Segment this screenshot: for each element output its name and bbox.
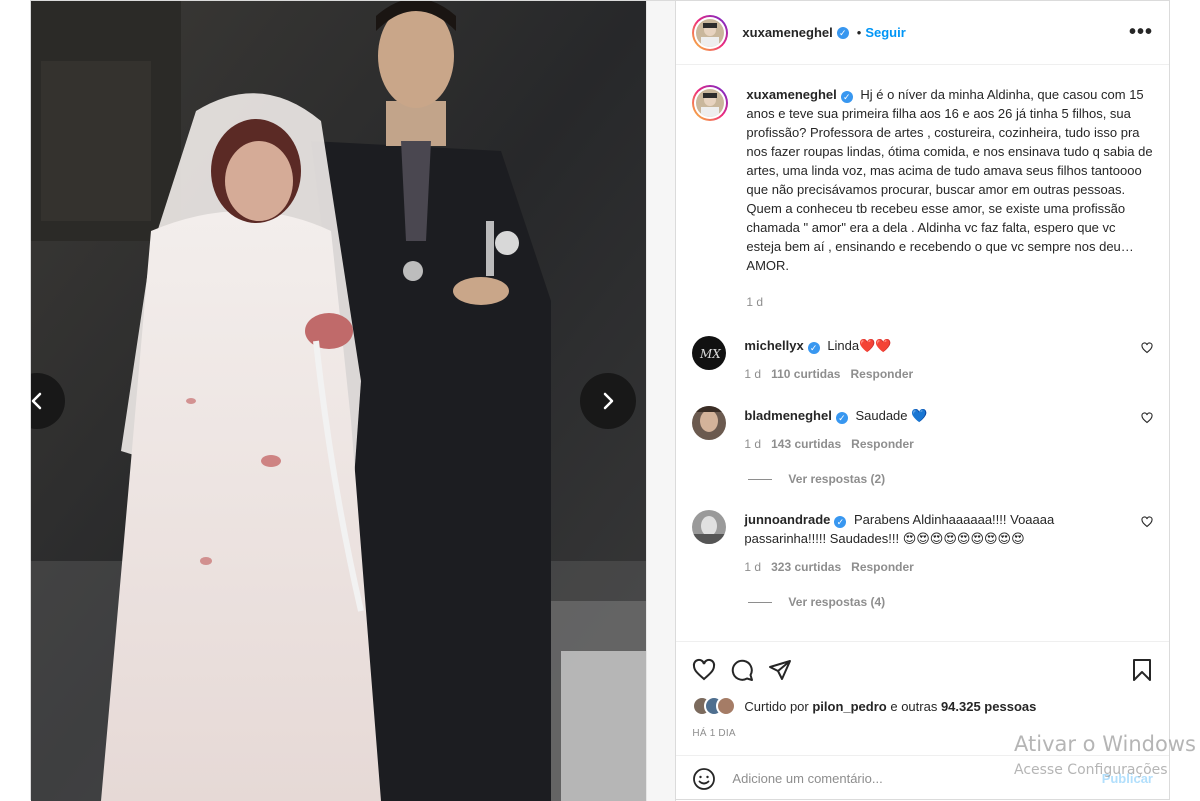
send-icon[interactable] bbox=[768, 658, 792, 682]
view-replies-button[interactable]: Ver respostas (4) bbox=[748, 595, 1153, 609]
comment-username[interactable]: michellyx bbox=[744, 338, 803, 353]
chevron-right-icon bbox=[604, 392, 614, 410]
heart-icon[interactable] bbox=[692, 658, 716, 682]
caption-username[interactable]: xuxameneghel bbox=[746, 87, 836, 102]
comment-likes[interactable]: 110 curtidas bbox=[771, 365, 840, 384]
heart-icon[interactable] bbox=[1141, 342, 1153, 354]
caption-text: Hj é o níver da minha Aldinha, que casou… bbox=[746, 87, 1153, 273]
comment-age: 1 d bbox=[744, 560, 762, 574]
avatar[interactable]: MX bbox=[692, 336, 727, 370]
avatar[interactable] bbox=[692, 85, 729, 121]
photo-gutter bbox=[646, 1, 677, 801]
chevron-left-icon bbox=[31, 392, 42, 410]
verified-badge-icon: ✓ bbox=[807, 342, 820, 354]
likes-count[interactable]: 94.325 pessoas bbox=[941, 699, 1036, 714]
view-replies-label: Ver respostas (4) bbox=[788, 595, 886, 609]
caption-age: 1 d bbox=[746, 295, 764, 309]
view-replies-button[interactable]: Ver respostas (2) bbox=[748, 472, 1153, 486]
avatar[interactable] bbox=[692, 510, 727, 544]
comment-item: bladmeneghel ✓ Saudade 💙 1 d 143 curtidas… bbox=[692, 406, 1153, 454]
reply-button[interactable]: Responder bbox=[851, 558, 914, 577]
reply-button[interactable]: Responder bbox=[850, 365, 913, 384]
emoji-icon[interactable] bbox=[692, 767, 716, 791]
post-modal: xuxameneghel ✓ • Seguir ••• xuxameneghel… bbox=[30, 0, 1170, 801]
comment-username[interactable]: junnoandrade bbox=[744, 512, 830, 527]
comment-text: Saudade 💙 bbox=[855, 408, 928, 423]
liked-by-user[interactable]: pilon_pedro bbox=[812, 699, 886, 714]
post-header: xuxameneghel ✓ • Seguir ••• bbox=[676, 1, 1169, 65]
comment-text: Linda❤️❤️ bbox=[827, 338, 892, 353]
comment-input[interactable] bbox=[732, 771, 1102, 786]
comment-age: 1 d bbox=[744, 367, 762, 381]
publish-button[interactable]: Publicar bbox=[1102, 771, 1153, 786]
bookmark-icon[interactable] bbox=[1131, 658, 1153, 682]
svg-text:MX: MX bbox=[699, 347, 721, 361]
post-details: xuxameneghel ✓ • Seguir ••• xuxameneghel… bbox=[676, 1, 1169, 801]
post-photo bbox=[31, 1, 647, 801]
likes-summary: Curtido por pilon_pedro e outras 94.325 … bbox=[692, 696, 1153, 716]
comment-likes[interactable]: 143 curtidas bbox=[771, 435, 841, 454]
avatar[interactable] bbox=[692, 14, 729, 51]
avatar[interactable] bbox=[692, 406, 727, 440]
replies-divider bbox=[748, 478, 773, 480]
separator-dot: • bbox=[856, 25, 862, 40]
comment-likes[interactable]: 323 curtidas bbox=[771, 558, 841, 577]
verified-badge-icon: ✓ bbox=[834, 516, 847, 528]
heart-icon[interactable] bbox=[1141, 516, 1153, 528]
comment-age: 1 d bbox=[744, 437, 762, 451]
post-username[interactable]: xuxameneghel bbox=[742, 25, 832, 40]
avatar bbox=[716, 696, 737, 716]
follow-button[interactable]: Seguir bbox=[865, 25, 905, 40]
comment-item: junnoandrade ✓ Parabens Aldinhaaaaaa!!!! … bbox=[692, 510, 1153, 577]
comment-username[interactable]: bladmeneghel bbox=[744, 408, 831, 423]
post-time: Há 1 dia bbox=[692, 728, 736, 739]
more-options-icon[interactable]: ••• bbox=[1129, 21, 1153, 44]
comments-list: xuxameneghel ✓ Hj é o níver da minha Aldi… bbox=[676, 65, 1169, 641]
verified-badge-icon: ✓ bbox=[840, 91, 853, 103]
liked-by-mid: e outras bbox=[886, 698, 941, 714]
liked-by-prefix: Curtido por bbox=[744, 698, 813, 714]
add-comment-bar: Publicar bbox=[676, 755, 1169, 801]
heart-icon[interactable] bbox=[1141, 412, 1153, 424]
replies-divider bbox=[748, 601, 773, 603]
caption: xuxameneghel ✓ Hj é o níver da minha Aldi… bbox=[692, 85, 1153, 312]
view-replies-label: Ver respostas (2) bbox=[788, 472, 886, 486]
comment-icon[interactable] bbox=[730, 658, 754, 682]
verified-badge-icon: ✓ bbox=[836, 26, 849, 39]
post-actions: Curtido por pilon_pedro e outras 94.325 … bbox=[676, 641, 1169, 739]
reply-button[interactable]: Responder bbox=[851, 435, 914, 454]
verified-badge-icon: ✓ bbox=[835, 412, 848, 424]
wedding-photo bbox=[31, 1, 647, 801]
comment-item: MX michellyx ✓ Linda❤️❤️ 1 d 110 curtidas… bbox=[692, 336, 1153, 384]
